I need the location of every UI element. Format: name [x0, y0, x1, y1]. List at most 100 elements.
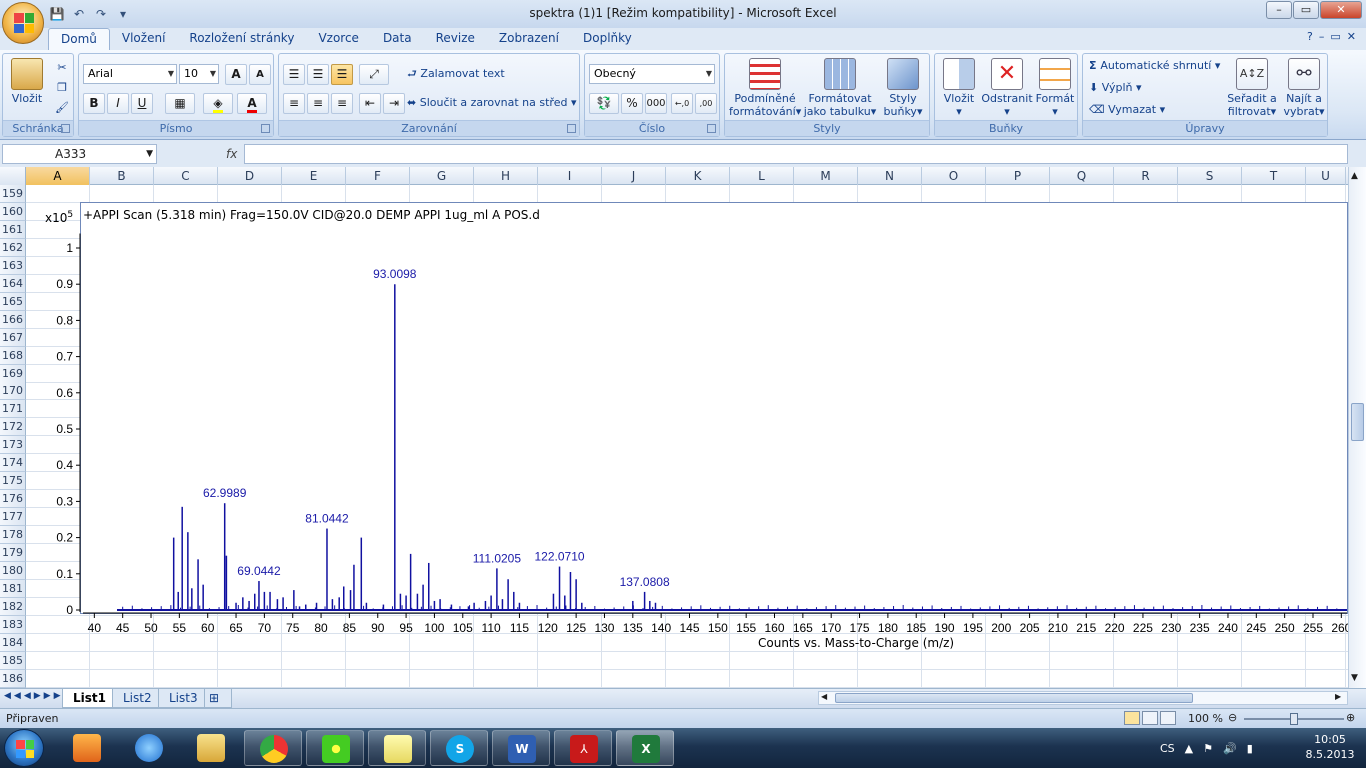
taskbar-sticky-notes[interactable] [368, 730, 426, 766]
power-icon[interactable]: ▮ [1247, 742, 1253, 755]
zoom-in-icon[interactable]: ⊕ [1346, 711, 1355, 724]
sheet-tab-list2[interactable]: List2 [112, 689, 163, 708]
office-button[interactable] [2, 2, 44, 44]
zoom-level[interactable]: 100 % [1188, 712, 1223, 725]
bold-button[interactable]: B [83, 93, 105, 114]
tab-review[interactable]: Revize [424, 28, 487, 50]
number-format-combo[interactable]: Obecný ▼ [589, 64, 715, 84]
taskbar-explorer[interactable] [182, 730, 240, 766]
tab-formulas[interactable]: Vzorce [306, 28, 371, 50]
taskbar-internet-explorer[interactable] [120, 730, 178, 766]
page-layout-view-icon[interactable] [1142, 711, 1158, 725]
taskbar-excel[interactable]: X [616, 730, 674, 766]
taskbar-chrome[interactable] [244, 730, 302, 766]
formula-input[interactable] [244, 144, 1348, 164]
dialog-launcher-icon[interactable] [567, 124, 576, 133]
fill-button[interactable]: ⬇ Výplň ▾ [1089, 78, 1142, 98]
format-as-table-button[interactable]: Formátovat jako tabulku▾ [803, 58, 877, 118]
align-top-button[interactable]: ☰ [283, 64, 305, 85]
column-header[interactable]: U [1306, 167, 1346, 185]
tab-home[interactable]: Domů [48, 28, 110, 50]
insert-function-button[interactable]: fx [160, 144, 242, 164]
vertical-scrollbar[interactable]: ▲ ▼ [1348, 167, 1366, 688]
clock[interactable]: 10:05 8.5.2013 [1300, 732, 1360, 762]
shrink-font-button[interactable]: A [249, 64, 271, 85]
align-right-button[interactable]: ≡ [331, 93, 353, 114]
horizontal-scrollbar[interactable]: ◀ ▶ [818, 691, 1348, 705]
format-cells-button[interactable]: Formát ▾ [1035, 58, 1075, 118]
sheet-tab-list1[interactable]: List1 [62, 689, 117, 708]
font-color-button[interactable]: A [237, 93, 267, 114]
fill-color-button[interactable]: ◈ [203, 93, 233, 114]
tab-data[interactable]: Data [371, 28, 424, 50]
thousands-separator-button[interactable]: 000 [645, 93, 667, 114]
taskbar-acrobat[interactable]: ⅄ [554, 730, 612, 766]
font-size-combo[interactable]: 10 ▼ [179, 64, 219, 84]
cell-styles-button[interactable]: Styly buňky▾ [879, 58, 927, 118]
row-header[interactable]: 184 [0, 633, 26, 652]
delete-cells-button[interactable]: ✕ Odstranit ▾ [981, 58, 1033, 118]
percent-button[interactable]: % [621, 93, 643, 114]
sheet-tab-list3[interactable]: List3 [158, 689, 209, 708]
minimize-button[interactable]: – [1266, 1, 1292, 19]
align-bottom-button[interactable]: ☰ [331, 64, 353, 85]
dialog-launcher-icon[interactable] [707, 124, 716, 133]
dialog-launcher-icon[interactable] [61, 124, 70, 133]
wrap-text-button[interactable]: ⮐ Zalamovat text [407, 64, 505, 84]
start-button[interactable] [4, 729, 44, 767]
row-header[interactable]: 186 [0, 669, 26, 688]
merge-center-button[interactable]: ⬌ Sloučit a zarovnat na střed ▾ [407, 93, 576, 113]
taskbar-skype[interactable]: S [430, 730, 488, 766]
tab-view[interactable]: Zobrazení [487, 28, 571, 50]
align-left-button[interactable]: ≡ [283, 93, 305, 114]
vertical-scroll-thumb[interactable] [1351, 403, 1364, 441]
workbook-close-button[interactable]: ✕ [1347, 30, 1356, 43]
scroll-right-icon[interactable]: ▶ [1335, 692, 1341, 701]
autosum-button[interactable]: Σ Automatické shrnutí ▾ [1089, 56, 1220, 76]
font-name-combo[interactable]: Arial ▼ [83, 64, 177, 84]
maximize-button[interactable]: ▭ [1293, 1, 1319, 19]
clear-button[interactable]: ⌫ Vymazat ▾ [1089, 100, 1165, 120]
insert-cells-button[interactable]: Vložit ▾ [939, 58, 979, 118]
borders-button[interactable]: ▦ [165, 93, 195, 114]
insert-sheet-icon[interactable]: ⊞ [204, 689, 232, 708]
taskbar-word[interactable]: W [492, 730, 550, 766]
grow-font-button[interactable]: A [225, 64, 247, 85]
scroll-down-icon[interactable]: ▼ [1351, 673, 1358, 683]
tab-addins[interactable]: Doplňky [571, 28, 644, 50]
conditional-formatting-button[interactable]: Podmíněné formátování▾ [729, 58, 801, 118]
volume-icon[interactable]: 🔊 [1223, 742, 1237, 755]
zoom-out-icon[interactable]: ⊖ [1228, 711, 1237, 724]
language-indicator[interactable]: CS [1160, 742, 1175, 755]
italic-button[interactable]: I [107, 93, 129, 114]
decrease-decimal-button[interactable]: ,00 [695, 93, 717, 114]
align-center-button[interactable]: ≡ [307, 93, 329, 114]
taskbar-icq[interactable] [306, 730, 364, 766]
increase-indent-button[interactable]: ⇥ [383, 93, 405, 114]
sheet-nav-icon[interactable]: ◀◀◀▶▶▶ [4, 691, 64, 701]
accounting-format-button[interactable]: 💱 [589, 93, 619, 114]
cut-icon[interactable]: ✂ [53, 58, 71, 78]
underline-button[interactable]: U [131, 93, 153, 114]
zoom-slider-thumb[interactable] [1290, 713, 1298, 725]
name-box[interactable]: A333 ▼ [2, 144, 157, 164]
paste-button[interactable]: Vložit [7, 58, 47, 105]
worksheet-grid[interactable]: ABCDEFGHIJKLMNOPQRSTU 159 160 161 162 163 164… [0, 167, 1348, 688]
workbook-minimize-button[interactable]: – [1319, 30, 1325, 43]
format-painter-icon[interactable]: 🖌 [53, 98, 71, 118]
network-flag-icon[interactable]: ⚑ [1203, 742, 1213, 755]
taskbar-media-player[interactable] [58, 730, 116, 766]
align-middle-button[interactable]: ☰ [307, 64, 329, 85]
close-button[interactable]: ✕ [1320, 1, 1362, 19]
find-select-button[interactable]: ⚯ Najít a vybrat▾ [1281, 58, 1327, 118]
scroll-up-icon[interactable]: ▲ [1351, 171, 1358, 181]
help-icon[interactable]: ? [1307, 30, 1313, 43]
normal-view-icon[interactable] [1124, 711, 1140, 725]
tab-page-layout[interactable]: Rozložení stránky [177, 28, 306, 50]
workbook-restore-button[interactable]: ▭ [1330, 30, 1340, 43]
tab-insert[interactable]: Vložení [110, 28, 178, 50]
spectrum-chart[interactable]: +APPI Scan (5.318 min) Frag=150.0V CID@2… [45, 202, 1348, 635]
sort-filter-button[interactable]: A↕Z Seřadit a filtrovat▾ [1225, 58, 1279, 118]
horizontal-scroll-thumb[interactable] [835, 693, 1193, 703]
decrease-indent-button[interactable]: ⇤ [359, 93, 381, 114]
